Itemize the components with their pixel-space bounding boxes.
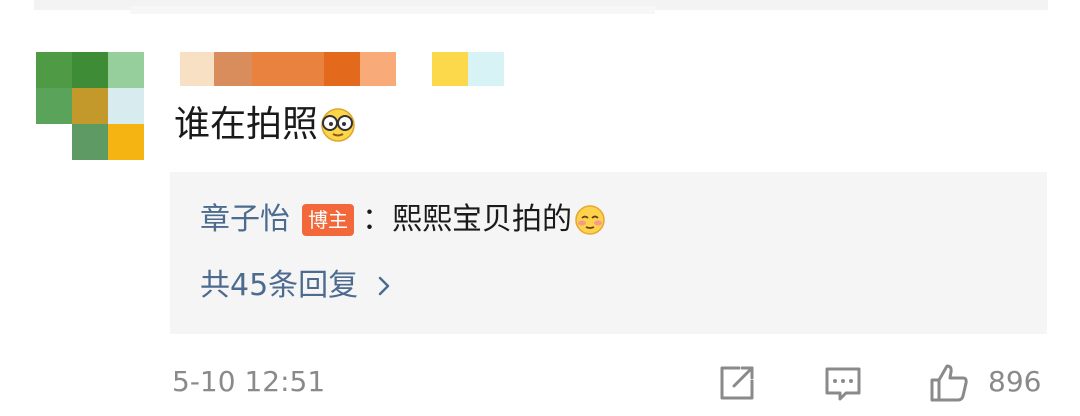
- thumbs-up-icon[interactable]: [928, 362, 970, 404]
- share-icon[interactable]: [716, 362, 758, 404]
- view-replies-link[interactable]: 共45条回复: [200, 264, 396, 308]
- reply-line: 章子怡 博主 ： 熙熙宝贝拍的: [200, 198, 606, 242]
- avatar-pixel: [108, 124, 144, 160]
- like-count: 896: [988, 365, 1042, 398]
- glasses-face-icon: [321, 108, 355, 142]
- comment-timestamp: 5-10 12:51: [172, 365, 326, 398]
- avatar-pixel: [108, 52, 144, 88]
- avatar-pixel: [108, 88, 144, 124]
- view-replies-label: 共45条回复: [200, 268, 359, 303]
- comment-body: 谁在拍照: [174, 100, 356, 150]
- username-pixel: [360, 52, 396, 86]
- reply-colon: ：: [362, 202, 392, 237]
- avatar[interactable]: [36, 52, 144, 160]
- reply-text: 熙熙宝贝拍的: [392, 202, 572, 237]
- chevron-right-icon: [378, 276, 390, 296]
- username-pixel: [214, 52, 252, 86]
- username-pixel: [324, 52, 360, 86]
- reply-preview[interactable]: 章子怡 博主 ： 熙熙宝贝拍的 共45条回复: [170, 172, 1047, 334]
- username-pixel: [432, 52, 468, 86]
- avatar-pixel: [36, 52, 72, 88]
- username-pixel: [252, 52, 324, 86]
- avatar-pixel: [72, 52, 108, 88]
- author-badge: 博主: [302, 204, 354, 236]
- comment-icon[interactable]: [822, 362, 864, 404]
- username-pixel: [468, 52, 504, 86]
- previous-item-edge-inner: [130, 6, 655, 14]
- comment-text: 谁在拍照: [174, 104, 319, 145]
- reply-author[interactable]: 章子怡: [200, 198, 290, 242]
- blush-face-icon: [575, 205, 605, 235]
- username-pixel: [180, 52, 214, 86]
- avatar-pixel: [72, 88, 108, 124]
- avatar-pixel: [72, 124, 108, 160]
- avatar-pixel: [36, 88, 72, 124]
